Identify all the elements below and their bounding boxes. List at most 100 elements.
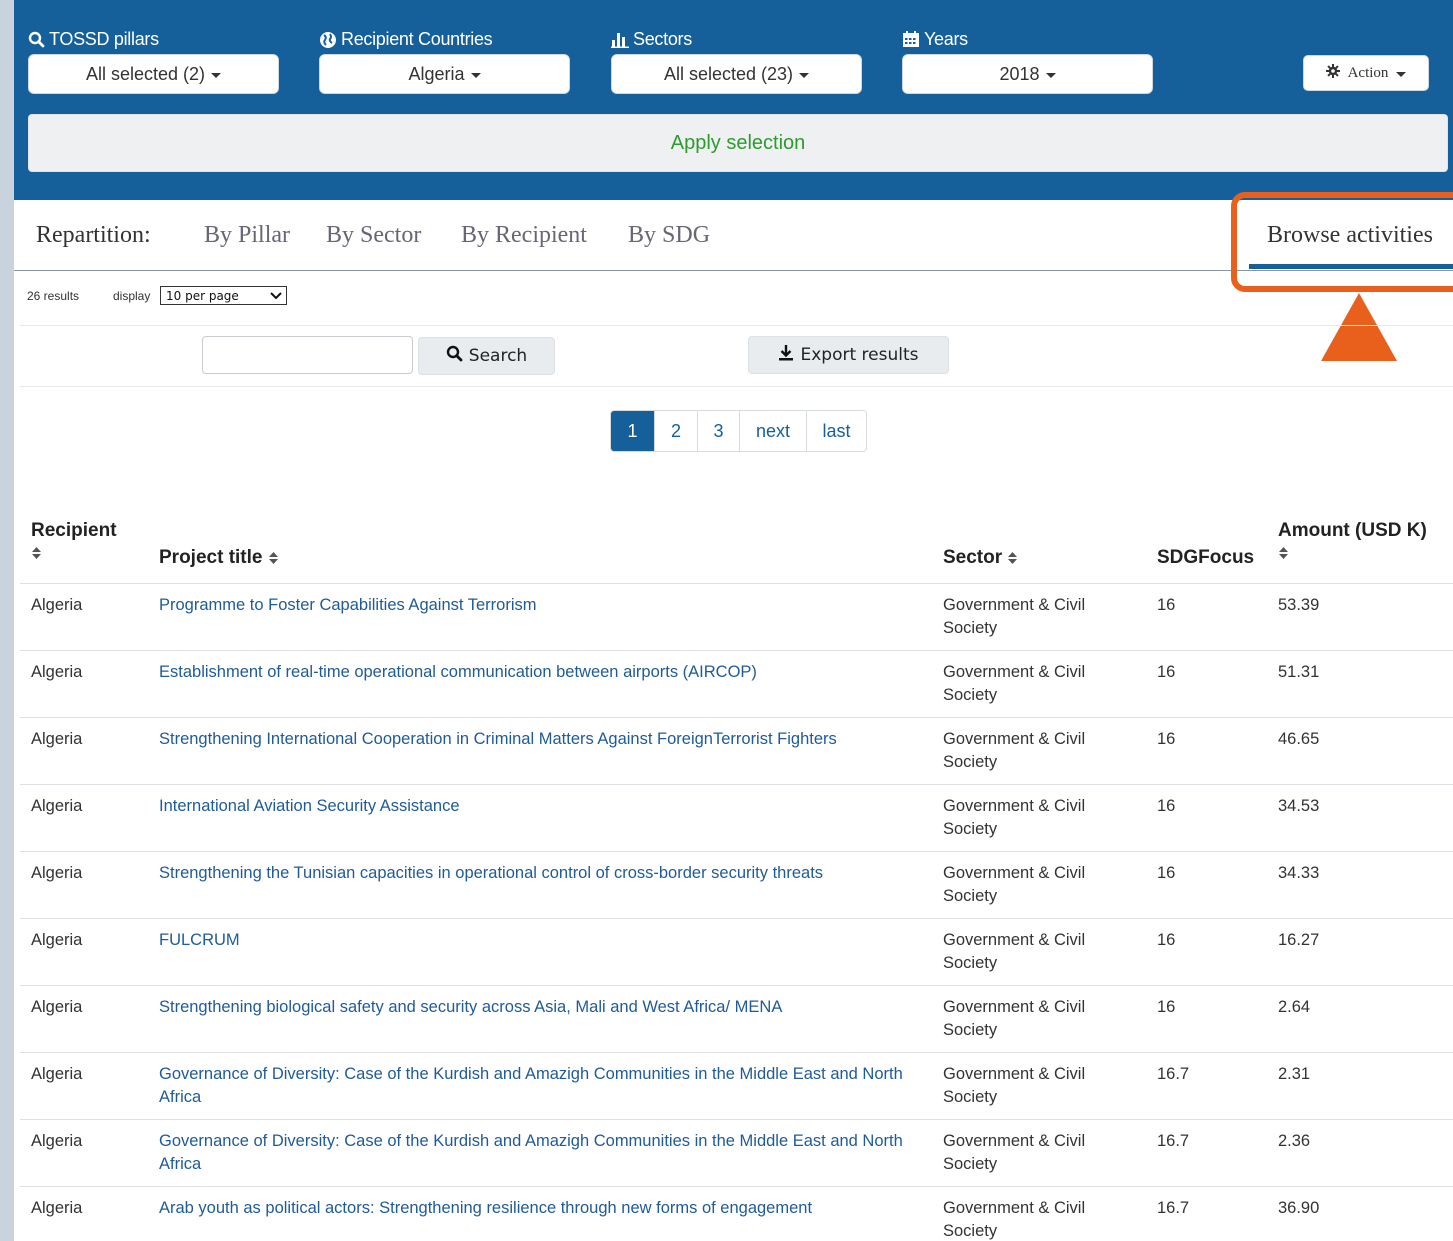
recipients-dropdown[interactable]: Algeria (319, 54, 570, 94)
cell-amount: 16.27 (1278, 931, 1320, 949)
cell-project-title-link[interactable]: Programme to Foster Capabilities Against… (159, 594, 919, 617)
page-link-next[interactable]: next (739, 411, 806, 451)
pillars-label-text: TOSSD pillars (49, 29, 159, 49)
cell-project-title-link[interactable]: Strengthening the Tunisian capacities in… (159, 862, 919, 885)
cell-project-title-link[interactable]: Strengthening biological safety and secu… (159, 996, 919, 1019)
chevron-down-icon (1396, 71, 1407, 77)
cell-sector: Government & Civil Society (943, 1199, 1086, 1240)
cell-sector: Government & Civil Society (943, 596, 1086, 637)
cell-amount: 2.64 (1278, 998, 1311, 1016)
cell-project-title-link[interactable]: Arab youth as political actors: Strength… (159, 1197, 919, 1220)
pillars-dropdown[interactable]: All selected (2) (28, 54, 279, 94)
sectors-dropdown[interactable]: All selected (23) (611, 54, 862, 94)
cell-sdgfocus: 16 (1157, 730, 1176, 748)
cell-recipient: Algeria (31, 1065, 83, 1083)
cell-sector: Government & Civil Society (943, 864, 1086, 905)
tab-by-sector[interactable]: By Sector (326, 222, 421, 249)
cell-project-title-link[interactable]: International Aviation Security Assistan… (159, 795, 919, 818)
years-dropdown-value: 2018 (999, 63, 1040, 84)
sectors-dropdown-value: All selected (23) (663, 63, 794, 84)
pillars-dropdown-value: All selected (2) (85, 63, 206, 84)
column-header-sector-label: Sector (943, 547, 1003, 568)
cell-recipient: Algeria (31, 1199, 83, 1217)
cell-sector: Government & Civil Society (943, 797, 1086, 838)
cell-project-title-link[interactable]: Establishment of real-time operational c… (159, 661, 919, 684)
cell-recipient: Algeria (31, 596, 83, 614)
recipients-filter-label: Recipient Countries (319, 29, 493, 50)
page-link-3[interactable]: 3 (697, 411, 739, 451)
cell-sector: Government & Civil Society (943, 931, 1086, 972)
pagination: 1 2 3 next last (610, 410, 867, 452)
cell-sdgfocus: 16 (1157, 797, 1176, 815)
column-header-amount[interactable]: Amount (USD K) (1278, 520, 1427, 564)
sort-icon (268, 551, 278, 564)
column-header-sector[interactable]: Sector (943, 547, 1018, 569)
search-icon (446, 345, 463, 367)
cell-project-title-link[interactable]: Governance of Diversity: Case of the Kur… (159, 1063, 919, 1109)
years-dropdown[interactable]: 2018 (902, 54, 1153, 94)
sectors-label-text: Sectors (633, 29, 692, 49)
cell-sector: Government & Civil Society (943, 663, 1086, 704)
export-results-button[interactable]: Export results (748, 336, 949, 374)
cell-project-title-link[interactable]: Governance of Diversity: Case of the Kur… (159, 1130, 919, 1176)
tab-by-recipient[interactable]: By Recipient (461, 222, 587, 249)
cell-sdgfocus: 16.7 (1157, 1132, 1190, 1150)
column-header-title[interactable]: Project title (159, 547, 279, 569)
sectors-filter-label: Sectors (611, 29, 692, 50)
column-header-recipient-label: Recipient (31, 520, 117, 541)
gear-icon (1325, 63, 1340, 83)
tab-browse-activities[interactable]: Browse activities (1267, 222, 1433, 249)
cell-amount: 34.33 (1278, 864, 1320, 882)
header-divider (20, 583, 1453, 584)
chevron-down-icon (270, 289, 282, 303)
chevron-down-icon (470, 72, 481, 78)
chevron-down-icon (1045, 72, 1056, 78)
cell-project-title-link[interactable]: FULCRUM (159, 929, 919, 952)
cell-sdgfocus: 16 (1157, 998, 1176, 1016)
page-link-last[interactable]: last (806, 411, 866, 451)
search-icon (28, 31, 45, 48)
search-input[interactable] (202, 336, 413, 374)
tab-by-pillar[interactable]: By Pillar (204, 222, 290, 249)
chevron-down-icon (799, 72, 810, 78)
apply-selection-button[interactable]: Apply selection (28, 114, 1448, 172)
cell-amount: 51.31 (1278, 663, 1320, 681)
tab-by-sdg[interactable]: By SDG (628, 222, 710, 249)
row-divider (20, 985, 1453, 986)
page-link-2[interactable]: 2 (654, 411, 697, 451)
sort-icon (1279, 546, 1288, 559)
export-button-label: Export results (800, 345, 919, 365)
search-button[interactable]: Search (418, 337, 555, 375)
cell-recipient: Algeria (31, 931, 83, 949)
cell-amount: 53.39 (1278, 596, 1320, 614)
action-button[interactable]: Action (1303, 55, 1429, 91)
cell-sector: Government & Civil Society (943, 730, 1086, 771)
per-page-value: 10 per page (166, 288, 239, 303)
row-divider (20, 784, 1453, 785)
row-divider (20, 918, 1453, 919)
cell-sdgfocus: 16.7 (1157, 1199, 1190, 1217)
recipients-label-text: Recipient Countries (341, 29, 493, 49)
cell-recipient: Algeria (31, 1132, 83, 1150)
row-divider (20, 650, 1453, 651)
cell-project-title-link[interactable]: Strengthening International Cooperation … (159, 728, 919, 751)
years-label-text: Years (924, 29, 968, 49)
column-header-sdgfocus[interactable]: SDGFocus (1157, 547, 1254, 569)
recipients-dropdown-value: Algeria (408, 63, 465, 84)
cell-sdgfocus: 16 (1157, 931, 1176, 949)
cell-recipient: Algeria (31, 663, 83, 681)
calendar-icon (902, 31, 920, 48)
column-header-recipient[interactable]: Recipient (31, 520, 117, 564)
pillars-filter-label: TOSSD pillars (28, 29, 159, 50)
per-page-select[interactable]: 10 per page (160, 286, 287, 305)
cell-sector: Government & Civil Society (943, 1065, 1086, 1106)
column-header-amount-label: Amount (USD K) (1278, 520, 1427, 541)
cell-sdgfocus: 16.7 (1157, 1065, 1190, 1083)
cell-sdgfocus: 16 (1157, 663, 1176, 681)
cell-amount: 2.31 (1278, 1065, 1311, 1083)
page-link-1[interactable]: 1 (611, 411, 654, 451)
cell-sector: Government & Civil Society (943, 1132, 1086, 1173)
row-divider (20, 1119, 1453, 1120)
cell-sector: Government & Civil Society (943, 998, 1086, 1039)
display-label: display (113, 289, 151, 303)
